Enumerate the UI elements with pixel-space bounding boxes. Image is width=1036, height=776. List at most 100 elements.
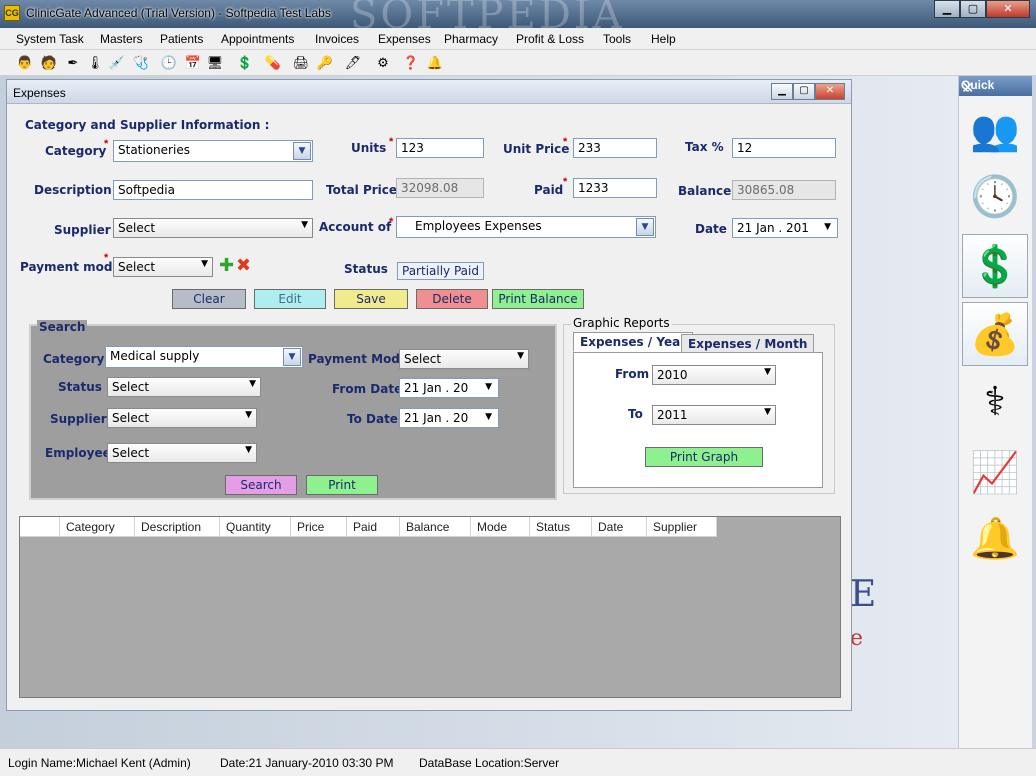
dollar-icon[interactable]: 💲 [236, 54, 254, 72]
column-header-price[interactable]: Price [291, 517, 347, 537]
close-button[interactable]: ✕ [986, 0, 1030, 18]
menu-invoices[interactable]: Invoices [315, 32, 359, 46]
bg-logo-letter: E [850, 574, 877, 615]
chevron-down-icon[interactable]: ▼ [293, 142, 311, 160]
search-supplier-select[interactable]: Select ▼ [107, 408, 257, 428]
pen-icon[interactable]: 🖊 [344, 54, 362, 72]
medicine-icon[interactable]: 💊 [264, 54, 282, 72]
menu-bar: System Task Masters Patients Appointment… [0, 28, 1036, 50]
menu-profit-loss[interactable]: Profit & Loss [516, 32, 584, 46]
search-payment-mode-select[interactable]: Select ▼ [399, 349, 529, 369]
units-field[interactable]: 123 [396, 138, 484, 158]
status-label: Status [344, 262, 388, 276]
column-header-category[interactable]: Category [60, 517, 135, 537]
graph-from-select[interactable]: 2010 ▼ [652, 365, 776, 385]
key-icon[interactable]: 🔑 [316, 54, 334, 72]
menu-pharmacy[interactable]: Pharmacy [444, 32, 498, 46]
minimize-button[interactable]: ▁ [934, 0, 960, 18]
required-marker: * [389, 136, 394, 148]
graph-from-label: From [615, 367, 650, 381]
calendar-icon[interactable]: 📅 [184, 54, 202, 72]
column-header-paid[interactable]: Paid [347, 517, 400, 537]
patient-icon[interactable]: 🧑 [40, 54, 58, 72]
column-header-supplier[interactable]: Supplier [647, 517, 717, 537]
balance-label: Balance [678, 184, 732, 198]
maximize-button[interactable]: ▢ [960, 0, 986, 18]
syringe-icon[interactable]: ✒ [64, 54, 82, 72]
clock-icon[interactable]: 🕒 [160, 54, 178, 72]
column-header-description[interactable]: Description [135, 517, 220, 537]
print-button[interactable]: Print [306, 475, 378, 495]
employee-select[interactable]: Select ▼ [107, 443, 257, 463]
category-combo[interactable]: Stationeries ▼ [113, 140, 313, 162]
menu-patients[interactable]: Patients [160, 32, 203, 46]
quick-pharmacy-icon[interactable]: ⚕ [962, 370, 1028, 434]
expenses-title: Expenses [13, 86, 66, 100]
unit-price-field[interactable]: 233 [573, 138, 657, 158]
expenses-window: Expenses ▁ ▢ ✕ Category and Supplier Inf… [6, 79, 852, 711]
quick-dollar-icon[interactable]: 💲 [962, 234, 1028, 298]
chevron-down-icon: ▼ [301, 220, 308, 230]
graph-to-select[interactable]: 2011 ▼ [652, 405, 776, 425]
print-graph-button[interactable]: Print Graph [645, 447, 763, 467]
search-category-combo[interactable]: Medical supply ▼ [105, 346, 303, 368]
column-header-quantity[interactable]: Quantity [220, 517, 291, 537]
add-icon[interactable]: ✚ [219, 255, 234, 276]
quick-bell-icon[interactable]: 🔔 [962, 506, 1028, 570]
help-icon[interactable]: ❓ [402, 54, 420, 72]
account-of-combo[interactable]: Employees Expenses ▼ [396, 216, 656, 238]
expenses-grid[interactable]: Category Description Quantity Price Paid… [19, 516, 841, 698]
menu-tools[interactable]: Tools [603, 32, 631, 46]
quick-close-icon[interactable]: ✕ [961, 78, 1026, 98]
supplier-select[interactable]: Select ▼ [113, 218, 313, 238]
bell-icon[interactable]: 🔔 [426, 54, 444, 72]
injection-icon[interactable]: 💉 [108, 54, 126, 72]
monitor-icon[interactable]: 🖥 [206, 54, 224, 72]
tab-expenses-year[interactable]: Expenses / Year [573, 332, 694, 352]
chevron-down-icon[interactable]: ▼ [636, 218, 654, 236]
chevron-down-icon: ▼ [824, 222, 831, 232]
menu-system-task[interactable]: System Task [16, 32, 84, 46]
column-header-balance[interactable]: Balance [400, 517, 471, 537]
description-field[interactable]: Softpedia [113, 180, 313, 200]
menu-help[interactable]: Help [651, 32, 676, 46]
column-header-mode[interactable]: Mode [471, 517, 530, 537]
column-header-date[interactable]: Date [592, 517, 647, 537]
to-date-picker[interactable]: 21 Jan . 20 ▼ [399, 408, 499, 428]
quick-safe-icon[interactable]: 💰 [962, 302, 1028, 366]
print-balance-button[interactable]: Print Balance [492, 289, 584, 309]
stethoscope-icon[interactable]: 🩺 [132, 54, 150, 72]
search-status-select[interactable]: Select ▼ [107, 377, 261, 397]
remove-icon[interactable]: ✖ [236, 255, 251, 276]
expenses-maximize-button[interactable]: ▢ [793, 83, 815, 100]
paid-field[interactable]: 1233 [573, 178, 657, 198]
menu-expenses[interactable]: Expenses [378, 32, 431, 46]
unit-price-label: Unit Price [503, 142, 570, 156]
tax-label: Tax % [685, 140, 724, 154]
date-picker[interactable]: 21 Jan . 201 ▼ [732, 218, 838, 238]
edit-button[interactable]: Edit [254, 289, 326, 309]
chevron-down-icon[interactable]: ▼ [283, 348, 301, 366]
expenses-minimize-button[interactable]: ▁ [771, 83, 793, 100]
column-header-status[interactable]: Status [530, 517, 592, 537]
delete-button[interactable]: Delete [416, 289, 488, 309]
clear-button[interactable]: Clear [172, 289, 246, 309]
quick-users-icon[interactable]: 👥 [962, 98, 1028, 162]
quick-report-icon[interactable]: 📈 [962, 440, 1028, 504]
tab-expenses-month[interactable]: Expenses / Month [681, 334, 815, 354]
thermometer-icon[interactable]: 🌡 [86, 54, 104, 72]
quick-clock-icon[interactable]: 🕓 [962, 164, 1028, 228]
save-button[interactable]: Save [334, 289, 408, 309]
tax-field[interactable]: 12 [732, 138, 836, 158]
payment-mode-select[interactable]: Select ▼ [113, 257, 213, 277]
menu-masters[interactable]: Masters [100, 32, 143, 46]
expenses-close-button[interactable]: ✕ [815, 83, 845, 100]
settings-icon[interactable]: ⚙ [374, 54, 392, 72]
search-button[interactable]: Search [225, 475, 297, 495]
from-date-picker[interactable]: 21 Jan . 20 ▼ [399, 378, 499, 398]
doctor-icon[interactable]: 👨 [16, 54, 34, 72]
printer-icon[interactable]: 🖨 [292, 54, 310, 72]
search-status-label: Status [58, 380, 102, 394]
supplier-label: Supplier [54, 223, 111, 237]
menu-appointments[interactable]: Appointments [221, 32, 294, 46]
